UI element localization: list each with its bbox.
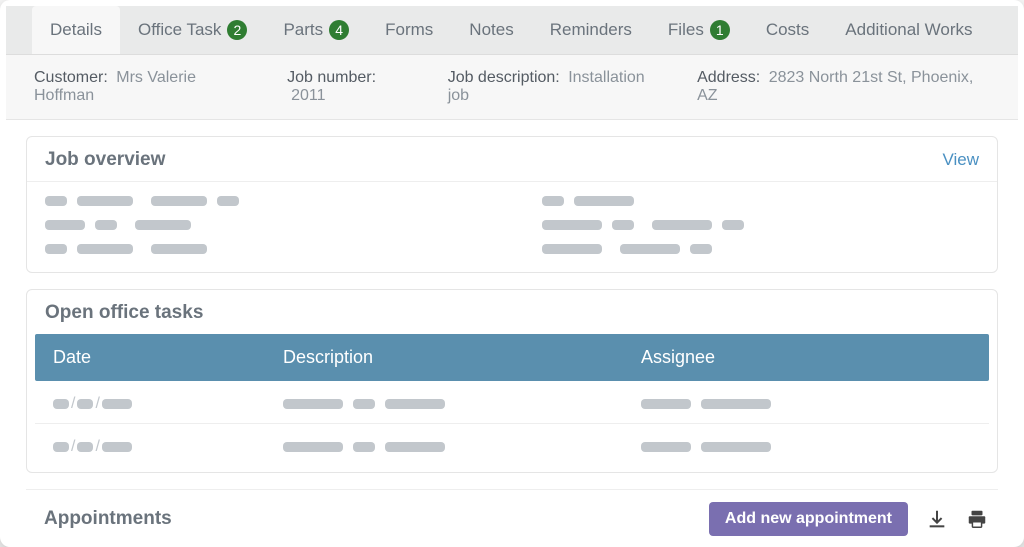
tab-parts[interactable]: Parts 4 [265, 6, 367, 54]
job-info-bar: Customer: Mrs Valerie Hoffman Job number… [6, 55, 1018, 120]
panel-job-overview: Job overview View [26, 136, 998, 273]
panel-title: Job overview [45, 149, 165, 171]
tab-label: Parts [283, 20, 323, 40]
tab-office-task[interactable]: Office Task 2 [120, 6, 265, 54]
tab-label: Costs [766, 20, 809, 40]
tab-notes[interactable]: Notes [451, 6, 531, 54]
tab-label: Forms [385, 20, 433, 40]
panel-open-office-tasks: Open office tasks Date Description Assig… [26, 289, 998, 473]
tab-label: Office Task [138, 20, 221, 40]
panel-title: Appointments [44, 508, 172, 530]
tab-additional-works[interactable]: Additional Works [827, 6, 990, 54]
tab-label: Reminders [550, 20, 632, 40]
info-address: Address: 2823 North 21st St, Phoenix, AZ [697, 69, 990, 105]
panel-appointments: Appointments Add new appointment [26, 489, 998, 536]
info-job-number: Job number: 2011 [287, 69, 416, 105]
col-date: Date [53, 347, 283, 368]
overview-left [45, 196, 482, 254]
label: Customer: [34, 69, 108, 86]
col-description: Description [283, 347, 641, 368]
tab-label: Files [668, 20, 704, 40]
overview-right [542, 196, 979, 254]
job-window: Details Office Task 2 Parts 4 Forms Note… [0, 0, 1024, 547]
col-assignee: Assignee [641, 347, 971, 368]
table-row[interactable]: / / [35, 424, 989, 466]
view-link[interactable]: View [942, 150, 979, 170]
info-customer: Customer: Mrs Valerie Hoffman [34, 69, 255, 105]
badge-parts: 4 [329, 20, 349, 40]
tab-costs[interactable]: Costs [748, 6, 827, 54]
download-icon[interactable] [926, 508, 948, 530]
badge-office-task: 2 [227, 20, 247, 40]
value: 2011 [291, 87, 325, 104]
info-job-description: Job description: Installation job [448, 69, 665, 105]
tab-details[interactable]: Details [32, 6, 120, 54]
panel-title: Open office tasks [45, 302, 203, 324]
table-row[interactable]: / / [35, 381, 989, 424]
tab-files[interactable]: Files 1 [650, 6, 748, 54]
tab-bar: Details Office Task 2 Parts 4 Forms Note… [6, 6, 1018, 55]
tab-label: Details [50, 20, 102, 40]
tasks-table-header: Date Description Assignee [35, 334, 989, 381]
tab-reminders[interactable]: Reminders [532, 6, 650, 54]
label: Job description: [448, 69, 560, 86]
print-icon[interactable] [966, 508, 988, 530]
badge-files: 1 [710, 20, 730, 40]
add-appointment-button[interactable]: Add new appointment [709, 502, 908, 536]
label: Address: [697, 69, 760, 86]
tab-label: Additional Works [845, 20, 972, 40]
tab-label: Notes [469, 20, 513, 40]
label: Job number: [287, 69, 376, 86]
tab-forms[interactable]: Forms [367, 6, 451, 54]
